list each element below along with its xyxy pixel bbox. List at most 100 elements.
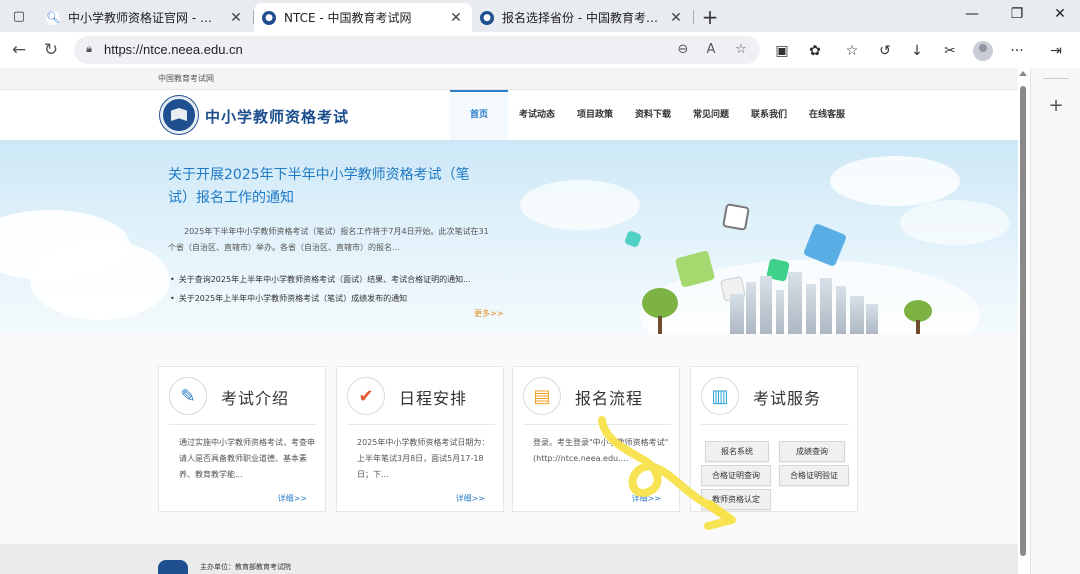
footer-host-text: 主办单位：教育部教育考试院	[200, 563, 291, 571]
site-header: 中小学教师资格考试 首页 考试动态 项目政策 资料下载 常见问题 联系我们 在线…	[0, 90, 1018, 140]
tab-ntce[interactable]: ● NTCE - 中国教育考试网 ✕	[254, 3, 472, 32]
nav-contact[interactable]: 联系我们	[740, 90, 798, 140]
card-exam-intro: ✎ 考试介绍 通过实施中小学教师资格考试，考查申请人是否具备教师职业道德、基本素…	[158, 366, 326, 512]
card-divider	[523, 424, 671, 425]
hero-headline-link[interactable]: 关于开展2025年下半年中小学教师资格考试（笔试）报名工作的通知	[168, 164, 488, 210]
tree-decoration	[904, 300, 932, 334]
nav-policy[interactable]: 项目政策	[566, 90, 624, 140]
close-tab-icon[interactable]: ✕	[668, 10, 684, 26]
browser-toolbar: ← ↻ 🔒︎ https://ntce.neea.edu.cn ⊖ A ☆ ▣ …	[0, 32, 1080, 68]
card-title[interactable]: 考试介绍	[221, 385, 289, 409]
cloud-decoration	[30, 240, 170, 320]
minimize-icon[interactable]: —	[960, 6, 984, 22]
card-title[interactable]: 报名流程	[575, 385, 643, 409]
add-sidebar-app-icon[interactable]: +	[1046, 95, 1066, 116]
city-skyline-illustration	[730, 272, 880, 334]
read-aloud-icon[interactable]: A	[702, 41, 720, 59]
web-page: 中国教育考试网 中小学教师资格考试 首页 考试动态 项目政策 资料下载 常见问题…	[0, 68, 1030, 574]
registration-form-icon: ▤	[523, 377, 561, 415]
site-nav: 首页 考试动态 项目政策 资料下载 常见问题 联系我们 在线客服	[450, 90, 856, 140]
refresh-icon[interactable]: ↻	[40, 39, 62, 61]
certificate-query-button[interactable]: 合格证明查询	[701, 465, 771, 486]
checkmark-icon: ✔	[347, 377, 385, 415]
close-tab-icon[interactable]: ✕	[448, 10, 464, 26]
registration-system-button[interactable]: 报名系统	[705, 441, 769, 462]
downloads-icon[interactable]: ↓	[907, 41, 927, 61]
card-divider	[347, 424, 495, 425]
tree-decoration	[640, 288, 680, 334]
card-more-link[interactable]: 详细>>	[632, 493, 661, 504]
edge-sidebar: +	[1030, 68, 1080, 574]
favorites-icon[interactable]: ☆	[842, 41, 862, 61]
hero-banner: 关于开展2025年下半年中小学教师资格考试（笔试）报名工作的通知 2025年下半…	[0, 140, 1018, 334]
cloud-decoration	[520, 180, 640, 230]
card-title[interactable]: 日程安排	[399, 385, 467, 409]
card-title[interactable]: 考试服务	[753, 385, 821, 409]
footer: 主办单位：教育部教育考试院	[0, 544, 1018, 574]
nav-online-service[interactable]: 在线客服	[798, 90, 856, 140]
history-icon[interactable]: ↺	[875, 41, 895, 61]
card-schedule: ✔ 日程安排 2025年中小学教师资格考试日期为：上半年笔试3月8日，面试5月1…	[336, 366, 504, 512]
cube-decoration-icon	[722, 203, 750, 231]
card-text: 2025年中小学教师资格考试日期为：上半年笔试3月8日，面试5月17-18日；下…	[357, 438, 490, 479]
tab-actions-icon[interactable]: ▢	[8, 6, 30, 26]
card-text: 通过实施中小学教师资格考试，考查申请人是否具备教师职业道德、基本素养、教育教学能…	[179, 438, 315, 479]
more-menu-icon[interactable]: ···	[1007, 41, 1027, 61]
score-query-button[interactable]: 成绩查询	[779, 441, 845, 462]
contact-book-icon: ▥	[701, 377, 739, 415]
hero-more-link[interactable]: 更多>>	[474, 308, 503, 319]
address-bar[interactable]: 🔒︎ https://ntce.neea.edu.cn ⊖ A ☆	[74, 36, 760, 64]
tab-title: 报名选择省份 - 中国教育考试网	[502, 11, 662, 25]
card-exam-services: ▥ 考试服务 报名系统 成绩查询 合格证明查询 合格证明验证 教师资格认定	[690, 366, 858, 512]
restore-icon[interactable]: ❐	[1005, 6, 1029, 22]
zoom-icon[interactable]: ⊖	[674, 41, 692, 59]
hero-news-list: 关于查询2025年上半年中小学教师资格考试（面试）结果、考试合格证明的通知...…	[170, 270, 490, 308]
page-scrollbar[interactable]	[1018, 68, 1028, 574]
tab-title: NTCE - 中国教育考试网	[284, 11, 412, 25]
teacher-certification-button[interactable]: 教师资格认定	[701, 489, 771, 510]
tab-divider	[693, 10, 694, 24]
search-icon: 🔍︎	[46, 10, 60, 25]
card-divider	[701, 424, 849, 425]
card-divider	[169, 424, 317, 425]
certificate-verify-button[interactable]: 合格证明验证	[779, 465, 849, 486]
sidebar-toggle-icon[interactable]: ⇥	[1046, 41, 1066, 61]
new-tab-icon[interactable]: +	[699, 5, 721, 29]
nav-faq[interactable]: 常见问题	[682, 90, 740, 140]
sidebar-divider	[1043, 78, 1069, 79]
url-text[interactable]: https://ntce.neea.edu.cn	[104, 42, 243, 57]
card-more-link[interactable]: 详细>>	[278, 493, 307, 504]
card-text: 登录。考生登录"中小学教师资格考试"(http://ntce.neea.edu.…	[533, 438, 669, 463]
scroll-up-icon[interactable]	[1019, 71, 1027, 76]
news-link[interactable]: 关于查询2025年上半年中小学教师资格考试（面试）结果、考试合格证明的通知...	[170, 270, 490, 289]
site-logo-icon[interactable]	[160, 96, 198, 134]
reading-view-icon[interactable]: ▣	[772, 41, 792, 61]
profile-avatar[interactable]	[973, 41, 993, 61]
tab-title: 中小学教师资格证官网 - 搜索	[68, 11, 222, 25]
card-more-link[interactable]: 详细>>	[456, 493, 485, 504]
feature-cards-area: ✎ 考试介绍 通过实施中小学教师资格考试，考查申请人是否具备教师职业道德、基本素…	[0, 334, 1018, 544]
nav-exam-news[interactable]: 考试动态	[508, 90, 566, 140]
cube-decoration-icon	[624, 230, 642, 248]
card-registration-process: ▤ 报名流程 登录。考生登录"中小学教师资格考试"(http://ntce.ne…	[512, 366, 680, 512]
nav-home[interactable]: 首页	[450, 90, 508, 140]
extensions-icon[interactable]: ✿	[805, 41, 825, 61]
tab-search[interactable]: 🔍︎ 中小学教师资格证官网 - 搜索 ✕	[38, 3, 252, 32]
ntce-favicon-icon: ●	[480, 10, 494, 25]
tab-province[interactable]: ● 报名选择省份 - 中国教育考试网 ✕	[472, 3, 692, 32]
top-strip-text: 中国教育考试网	[158, 74, 214, 83]
footer-logo-icon	[158, 560, 188, 574]
site-title[interactable]: 中小学教师资格考试	[205, 106, 349, 127]
scrollbar-thumb[interactable]	[1020, 86, 1026, 556]
nav-downloads[interactable]: 资料下载	[624, 90, 682, 140]
close-tab-icon[interactable]: ✕	[228, 10, 244, 26]
document-edit-icon: ✎	[169, 377, 207, 415]
news-link[interactable]: 关于2025年上半年中小学教师资格考试（笔试）成绩发布的通知	[170, 289, 490, 308]
cloud-decoration	[900, 200, 1010, 245]
cloud-decoration	[830, 156, 960, 206]
hero-summary: 2025年下半年中小学教师资格考试（笔试）报名工作将于7月4日开始。此次笔试在3…	[168, 227, 489, 252]
favorite-star-icon[interactable]: ☆	[732, 41, 750, 59]
close-window-icon[interactable]: ✕	[1048, 6, 1072, 22]
back-icon[interactable]: ←	[8, 39, 30, 61]
screenshot-icon[interactable]: ✂	[940, 41, 960, 61]
